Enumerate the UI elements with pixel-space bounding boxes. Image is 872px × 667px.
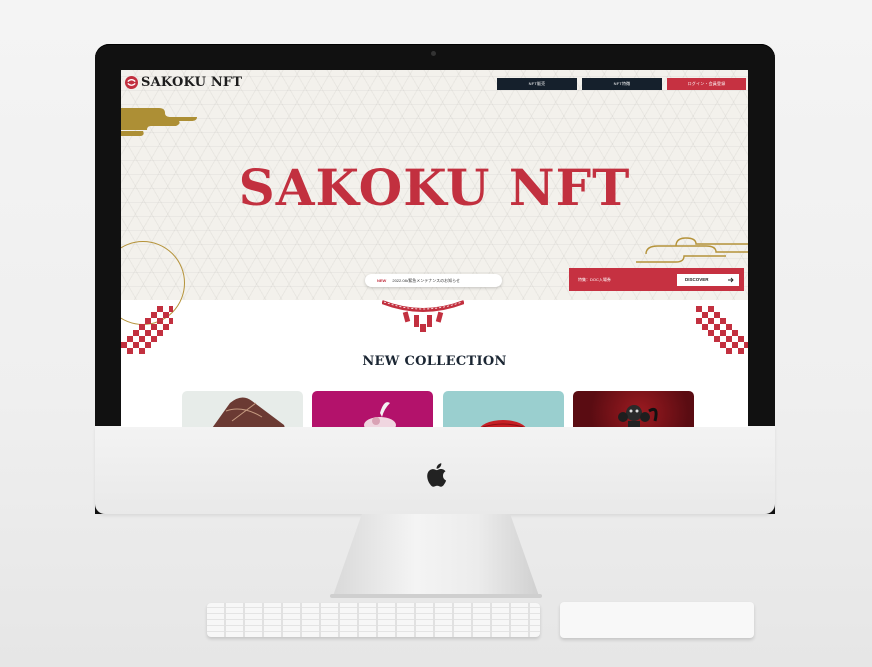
trackpad bbox=[560, 602, 754, 638]
discover-banner: 特集：DOC入場券 DISCOVER bbox=[569, 268, 744, 291]
card-2-image bbox=[364, 402, 396, 427]
nav-nft-features-button[interactable]: NFT特徴 bbox=[582, 78, 662, 90]
apple-icon bbox=[427, 463, 447, 487]
imac-stand bbox=[333, 514, 539, 596]
logo-mark-icon bbox=[125, 76, 138, 89]
checker-ornament-right bbox=[696, 306, 748, 354]
news-tag: NEW bbox=[377, 278, 387, 283]
nav-nft-sale-button[interactable]: NFT販売 bbox=[497, 78, 577, 90]
arrow-right-icon bbox=[728, 277, 734, 282]
imac-stand-base bbox=[330, 594, 542, 598]
logo-text: SAKOKU NFT bbox=[141, 75, 243, 90]
card-3-image bbox=[480, 420, 526, 427]
nav-login-register-button[interactable]: ログイン・会員登録 bbox=[667, 78, 746, 90]
card-4-image bbox=[618, 405, 658, 427]
collection-card-3[interactable] bbox=[443, 391, 564, 427]
header-nav: NFT販売 NFT特徴 ログイン・会員登録 bbox=[497, 78, 746, 90]
card-1-image bbox=[212, 397, 285, 427]
gold-cloud-right bbox=[636, 237, 748, 263]
discover-button[interactable]: DISCOVER bbox=[677, 273, 739, 286]
discover-text: 特集：DOC入場券 bbox=[578, 276, 611, 282]
checker-ornament-left bbox=[121, 306, 173, 354]
website-screen: SAKOKU NFT NFT販売 NFT特徴 ログイン・会員登録 SAKOKU … bbox=[121, 70, 748, 427]
new-collection-title: NEW COLLECTION bbox=[362, 354, 507, 369]
news-text: 2022.08•緊急メンテナンスのお知らせ bbox=[392, 277, 461, 283]
discover-button-label: DISCOVER bbox=[685, 277, 709, 282]
camera bbox=[431, 51, 436, 56]
news-ticker[interactable]: NEW 2022.08•緊急メンテナンスのお知らせ bbox=[365, 274, 502, 287]
collection-card-1[interactable] bbox=[182, 391, 303, 427]
rope-ornament bbox=[382, 300, 464, 332]
keyboard bbox=[207, 603, 540, 637]
collection-card-2[interactable] bbox=[312, 391, 433, 427]
collection-card-4[interactable] bbox=[573, 391, 694, 427]
gold-cloud-top-left bbox=[121, 108, 197, 136]
site-logo[interactable]: SAKOKU NFT bbox=[125, 75, 242, 90]
hero-title: SAKOKU NFT bbox=[238, 158, 631, 217]
